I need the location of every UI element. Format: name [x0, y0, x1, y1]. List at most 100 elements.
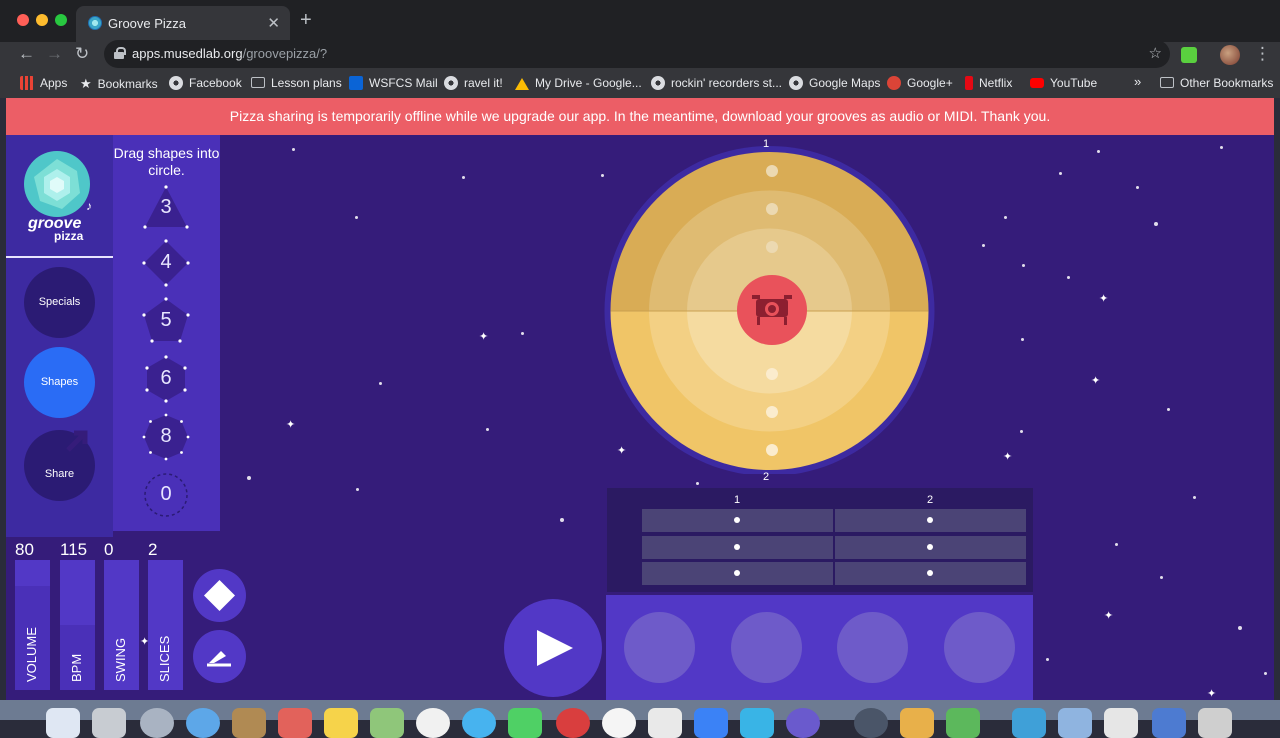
address-bar[interactable]: apps.musedlab.org/groovepizza/? ☆: [104, 40, 1170, 68]
close-tab-icon[interactable]: ✕: [267, 14, 280, 32]
share-arrow-icon: [66, 430, 88, 452]
bookmark-google-plus[interactable]: Google+: [887, 76, 953, 90]
tab-title: Groove Pizza: [108, 16, 187, 31]
app-icon[interactable]: [946, 708, 980, 738]
app-icon[interactable]: [740, 708, 774, 738]
instrument-pad[interactable]: [624, 612, 695, 683]
grid-column-header: 2: [927, 494, 934, 506]
other-bookmarks[interactable]: Other Bookmarks: [1160, 76, 1273, 90]
instrument-pad[interactable]: [837, 612, 908, 683]
specials-button[interactable]: Specials: [24, 267, 95, 338]
app-icon[interactable]: [186, 708, 220, 738]
calendar-icon[interactable]: [278, 708, 312, 738]
app-icon[interactable]: [1152, 708, 1186, 738]
more-menu-icon[interactable]: ⋮: [1254, 44, 1271, 64]
music-note-icon: ♪: [86, 199, 92, 213]
app-icon[interactable]: [232, 708, 266, 738]
app-icon[interactable]: [1012, 708, 1046, 738]
shape-octagon[interactable]: 8: [141, 412, 191, 462]
shape-empty[interactable]: 0: [141, 470, 191, 520]
app-icon[interactable]: [854, 708, 888, 738]
browser-tab-bar: Groove Pizza ✕ +: [0, 0, 1280, 42]
folder-icon: [251, 77, 265, 88]
bookmark-facebook[interactable]: Facebook: [169, 76, 242, 90]
shape-hexagon[interactable]: 6: [141, 354, 191, 404]
app-icon[interactable]: [370, 708, 404, 738]
bookmark-google-maps[interactable]: Google Maps: [789, 76, 880, 90]
grid-cell[interactable]: [835, 536, 1026, 559]
pizza-slice-label-top: 1: [763, 138, 770, 150]
grid-cell[interactable]: [642, 536, 833, 559]
instrument-pad[interactable]: [944, 612, 1015, 683]
chrome-globe-icon: [651, 76, 665, 90]
bookmarks-overflow-button[interactable]: »: [1134, 74, 1141, 89]
shape-triangle[interactable]: 3: [141, 183, 191, 233]
pencil-line-icon: [207, 651, 231, 667]
shapes-button[interactable]: Shapes: [24, 347, 95, 418]
app-icon[interactable]: [786, 708, 820, 738]
chrome-globe-icon: [789, 76, 803, 90]
volume-slider[interactable]: VOLUME: [15, 560, 50, 690]
new-tab-icon[interactable]: +: [300, 10, 312, 30]
volume-value: 80: [15, 540, 34, 559]
pizza-slice-label-bottom: 2: [763, 471, 770, 483]
bpm-slider[interactable]: BPM: [60, 560, 95, 690]
google-drive-icon: [515, 78, 529, 90]
grid-column-header: 1: [734, 494, 741, 506]
bookmark-bookmarks[interactable]: ★ Bookmarks: [80, 76, 158, 91]
app-icon[interactable]: [140, 708, 174, 738]
back-arrow-icon[interactable]: ←: [18, 44, 35, 64]
grid-cell[interactable]: [835, 562, 1026, 585]
bookmark-wsfcs-mail[interactable]: WSFCS Mail: [349, 76, 438, 90]
grid-cell[interactable]: [642, 562, 833, 585]
forward-arrow-icon[interactable]: →: [46, 44, 63, 64]
photos-icon[interactable]: [416, 708, 450, 738]
play-button[interactable]: [504, 599, 602, 697]
app-icon[interactable]: [694, 708, 728, 738]
shape-mode-button[interactable]: [193, 569, 246, 622]
youtube-icon: [1030, 78, 1044, 88]
minimize-window-icon[interactable]: [36, 14, 48, 26]
grid-cell[interactable]: [642, 509, 833, 532]
slices-value: 2: [148, 540, 158, 559]
maximize-window-icon[interactable]: [55, 14, 67, 26]
groove-pizza-wheel[interactable]: [602, 139, 937, 474]
grid-cell[interactable]: [835, 509, 1026, 532]
slices-slider[interactable]: SLICES: [148, 560, 183, 690]
bookmark-youtube[interactable]: YouTube: [1030, 76, 1097, 90]
reload-icon[interactable]: ↻: [75, 44, 89, 64]
chrome-icon[interactable]: [602, 708, 636, 738]
app-icon[interactable]: [648, 708, 682, 738]
close-window-icon[interactable]: [17, 14, 29, 26]
app-icon[interactable]: [92, 708, 126, 738]
instrument-bar: [606, 595, 1033, 700]
browser-tab[interactable]: Groove Pizza ✕: [76, 6, 290, 42]
app-icon[interactable]: [462, 708, 496, 738]
messages-icon[interactable]: [508, 708, 542, 738]
bookmark-my-drive[interactable]: My Drive - Google...: [515, 76, 642, 90]
trash-icon[interactable]: [1198, 708, 1232, 738]
swing-slider[interactable]: SWING: [104, 560, 139, 690]
app-icon[interactable]: [900, 708, 934, 738]
app-icon[interactable]: [556, 708, 590, 738]
bookmark-rockin-recorders[interactable]: rockin' recorders st...: [651, 76, 782, 90]
bookmark-netflix[interactable]: Netflix: [965, 76, 1012, 90]
app-icon[interactable]: [1104, 708, 1138, 738]
shape-square[interactable]: 4: [141, 238, 191, 288]
bookmark-apps[interactable]: Apps: [20, 76, 67, 90]
draw-mode-button[interactable]: [193, 630, 246, 683]
app-icon[interactable]: [1058, 708, 1092, 738]
notes-icon[interactable]: [324, 708, 358, 738]
instrument-pad[interactable]: [731, 612, 802, 683]
shape-palette: Drag shapes into circle. 3 4 5 6 8 0: [113, 135, 220, 531]
folder-icon: [1160, 77, 1174, 88]
bookmark-ravel-it[interactable]: ravel it!: [444, 76, 503, 90]
shape-pentagon[interactable]: 5: [141, 296, 191, 346]
finder-icon[interactable]: [46, 708, 80, 738]
share-button[interactable]: Share: [24, 430, 95, 501]
profile-avatar-icon[interactable]: [1220, 45, 1240, 65]
bookmark-lesson-plans[interactable]: Lesson plans: [251, 76, 342, 90]
star-icon: ★: [80, 76, 92, 91]
extension-icon[interactable]: [1181, 47, 1197, 63]
bookmark-star-icon[interactable]: ☆: [1149, 44, 1162, 62]
